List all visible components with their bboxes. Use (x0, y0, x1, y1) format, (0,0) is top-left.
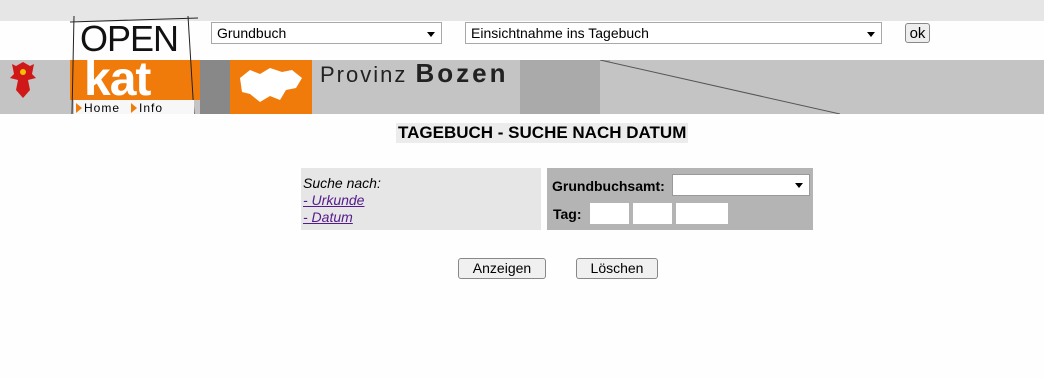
search-by-label: Suche nach: (303, 175, 381, 191)
show-button[interactable]: Anzeigen (458, 258, 546, 279)
page-title: TAGEBUCH - SUCHE NACH DATUM (396, 123, 689, 143)
province-title: Provinz Bozen (320, 58, 508, 89)
clear-button[interactable]: Löschen (576, 258, 658, 279)
chevron-down-icon (795, 183, 803, 188)
coat-of-arms-icon (10, 62, 36, 98)
chevron-down-icon (867, 32, 875, 37)
map-photo-strip (200, 60, 230, 114)
nav-home-link[interactable]: Home (84, 101, 120, 115)
land-registry-office-label: Grundbuchsamt: (552, 178, 665, 194)
search-form-panel: Grundbuchsamt: Tag: (547, 168, 813, 230)
arrow-right-icon (131, 103, 137, 113)
province-prefix: Provinz (320, 62, 408, 87)
search-by-panel: Suche nach: - Urkunde - Datum (301, 168, 541, 230)
chevron-down-icon (427, 32, 435, 37)
logo-kat-text: kat (84, 53, 151, 106)
map-strip-right (520, 60, 610, 114)
month-field[interactable] (633, 203, 672, 224)
ok-button[interactable]: ok (905, 23, 930, 43)
day-field[interactable] (590, 203, 629, 224)
register-select[interactable]: Grundbuch (211, 22, 442, 44)
register-select-value: Grundbuch (217, 25, 287, 41)
province-name: Bozen (415, 58, 509, 88)
land-registry-office-select[interactable] (672, 174, 810, 196)
action-select-value: Einsichtnahme ins Tagebuch (471, 25, 649, 41)
search-by-document-link[interactable]: - Urkunde (303, 192, 541, 209)
day-label: Tag: (553, 206, 582, 222)
year-field[interactable] (676, 203, 728, 224)
action-select[interactable]: Einsichtnahme ins Tagebuch (465, 22, 882, 44)
search-by-date-link[interactable]: - Datum (303, 209, 541, 226)
nav-info-link[interactable]: Info (139, 101, 163, 115)
arrow-right-icon (76, 103, 82, 113)
banner-diagonal (600, 60, 840, 114)
province-map-icon (240, 68, 302, 102)
logo-nav: Home Info (74, 100, 194, 115)
